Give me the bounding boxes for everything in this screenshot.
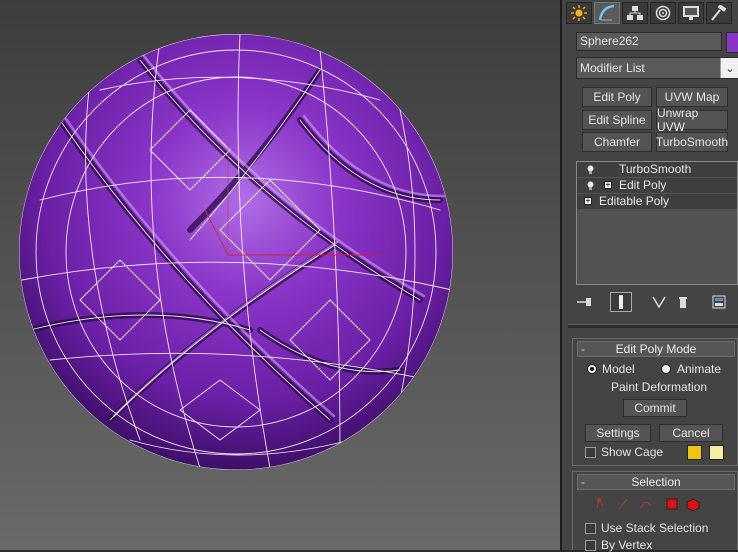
pin-stack-icon[interactable] (574, 292, 596, 312)
command-panel-tabs (566, 2, 732, 26)
modify-tab[interactable] (594, 2, 620, 24)
rollout-title: Selection (631, 475, 681, 489)
sphere-render[interactable] (0, 0, 560, 550)
hierarchy-icon (627, 6, 643, 20)
make-unique-icon[interactable] (648, 292, 670, 312)
hammer-icon (711, 5, 727, 21)
modify-arc-icon (598, 4, 615, 21)
expand-icon[interactable]: + (584, 197, 592, 205)
sphere-body (19, 34, 453, 470)
lightbulb-icon[interactable] (587, 165, 594, 174)
display-tab[interactable] (678, 2, 704, 24)
paint-deformation-label: Paint Deformation (611, 380, 708, 394)
edit-poly-mode-rollout: - Edit Poly Mode Model Animate Paint Def… (572, 338, 738, 466)
use-stack-selection-label: Use Stack Selection (601, 521, 709, 535)
remove-modifier-icon[interactable] (672, 292, 694, 312)
uvw-map-button[interactable]: UVW Map (656, 87, 728, 107)
object-color-swatch[interactable] (726, 32, 738, 53)
modifier-list-dropdown[interactable]: Modifier List ⌄ (576, 57, 738, 79)
animate-label: Animate (677, 362, 722, 376)
sun-icon (571, 5, 587, 21)
rollout-title: Edit Poly Mode (615, 342, 697, 356)
hierarchy-tab[interactable] (622, 2, 648, 24)
configure-sets-icon[interactable] (708, 292, 730, 312)
unwrap-uvw-button[interactable]: Unwrap UVW (656, 106, 728, 134)
perspective-viewport[interactable] (0, 0, 560, 550)
motion-tab[interactable] (650, 2, 676, 24)
use-stack-selection-checkbox[interactable] (585, 523, 596, 534)
selection-rollout: - Selection Use Stack Selection By Verte… (572, 471, 738, 552)
cage-color-swatch[interactable] (687, 445, 702, 460)
stack-item-label: Editable Poly (599, 194, 670, 208)
panel-divider (568, 324, 738, 328)
cage-selected-color-swatch[interactable] (709, 445, 724, 460)
stack-item-editable-poly[interactable]: + Editable Poly (577, 194, 737, 209)
commit-button[interactable]: Commit (623, 399, 687, 417)
motion-circle-icon (655, 5, 671, 21)
edit-spline-button[interactable]: Edit Spline (582, 110, 652, 130)
collapse-icon[interactable]: - (581, 342, 585, 356)
chamfer-button[interactable]: Chamfer (582, 132, 652, 152)
by-vertex-checkbox[interactable] (585, 540, 596, 551)
edge-icon (618, 498, 628, 510)
model-radio[interactable] (587, 364, 597, 374)
modifier-list-label: Modifier List (580, 61, 645, 75)
model-label: Model (602, 362, 635, 376)
utilities-tab[interactable] (706, 2, 732, 24)
stack-item-edit-poly[interactable]: + Edit Poly (577, 178, 737, 193)
edit-poly-button[interactable]: Edit Poly (582, 87, 652, 107)
show-end-result-icon[interactable] (610, 292, 632, 312)
stack-item-label: Edit Poly (619, 178, 667, 192)
cancel-button[interactable]: Cancel (659, 424, 723, 442)
stack-item-label: TurboSmooth (619, 162, 692, 176)
monitor-icon (683, 6, 699, 20)
settings-button[interactable]: Settings (585, 424, 651, 442)
chevron-down-icon[interactable]: ⌄ (720, 58, 738, 78)
modifier-stack[interactable]: TurboSmooth + Edit Poly + Editable Poly (576, 161, 738, 285)
element-icon (686, 498, 700, 512)
lightbulb-icon[interactable] (587, 181, 594, 190)
polygon-icon (666, 498, 678, 510)
vertex-icon (596, 498, 604, 509)
edit-poly-mode-header[interactable]: - Edit Poly Mode (577, 341, 735, 357)
command-panel: Sphere262 Modifier List ⌄ Edit Poly UVW … (560, 0, 738, 552)
subobject-level-icons (596, 498, 700, 512)
expand-icon[interactable]: + (604, 181, 612, 189)
border-icon (640, 502, 652, 509)
animate-radio[interactable] (661, 364, 671, 374)
stack-item-turbosmooth[interactable]: TurboSmooth (577, 162, 737, 177)
object-name-field[interactable]: Sphere262 (576, 32, 722, 51)
create-tab[interactable] (566, 2, 592, 24)
turbosmooth-button[interactable]: TurboSmooth (656, 132, 728, 152)
selection-header[interactable]: - Selection (577, 474, 735, 490)
collapse-icon[interactable]: - (581, 475, 585, 489)
stack-toolbar (574, 292, 738, 314)
show-cage-label: Show Cage (601, 445, 664, 459)
show-cage-checkbox[interactable] (585, 447, 596, 458)
